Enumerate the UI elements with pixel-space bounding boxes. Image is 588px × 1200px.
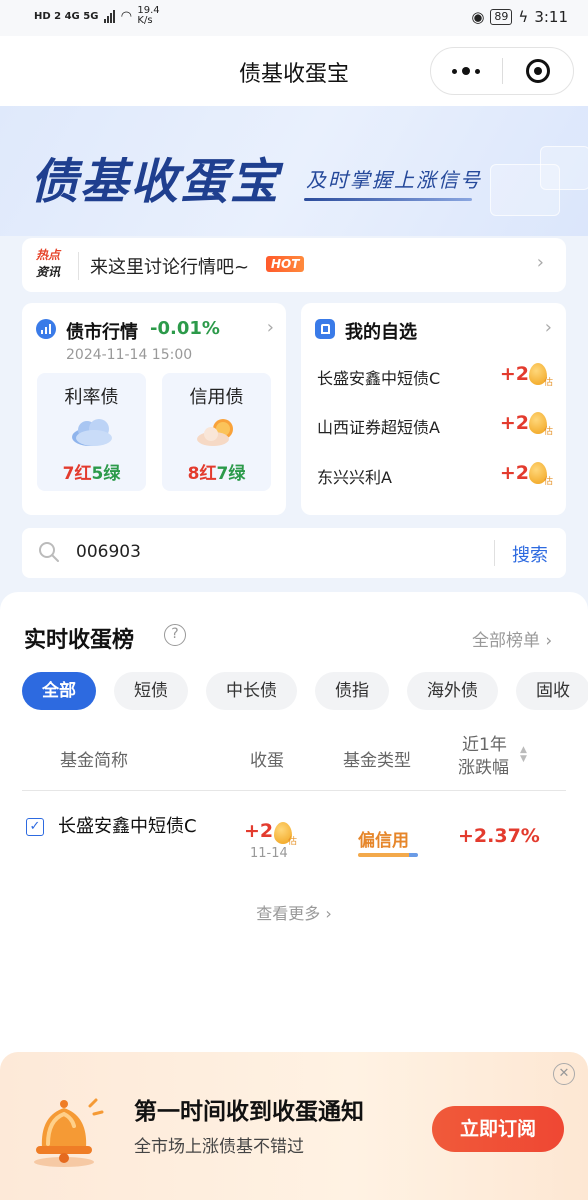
search-icon: [39, 542, 59, 562]
chevron-right-icon: ›: [540, 631, 553, 651]
header-name: 基金简称: [60, 751, 128, 771]
credit-bond-stat: 8红7绿: [187, 464, 246, 484]
brand-logo: 债基收蛋宝: [30, 154, 281, 210]
chart-icon: [36, 319, 56, 339]
category-tabs: 全部 短债 中长债 债指 海外债 固收: [22, 672, 588, 710]
nav-bar: 债基收蛋宝: [0, 36, 588, 106]
status-left: HD 2 4G 5G ◠ 19.4 K/s: [34, 6, 160, 26]
credit-bond-label: 信用债: [189, 387, 244, 408]
chevron-right-icon: ›: [544, 317, 552, 338]
wifi-icon: ◠: [121, 8, 132, 24]
market-title: 债市行情: [66, 322, 138, 343]
target-icon: [525, 59, 550, 83]
hero-banner: 债基收蛋宝 及时掌握上涨信号: [0, 106, 588, 236]
view-more-link[interactable]: 查看更多 ›: [0, 900, 588, 924]
promo-subtitle: 全市场上涨债基不错过: [134, 1137, 304, 1157]
market-datetime: 2024-11-14 15:00: [66, 347, 193, 363]
year-change: +2.37%: [458, 825, 540, 847]
tab-mid-long-bond[interactable]: 中长债: [206, 672, 297, 710]
watchlist-card[interactable]: 我的自选 › 长盛安鑫中短债C +2 估 山西证券超短债A +2 估 东兴兴利A…: [301, 303, 566, 515]
fund-name: 长盛安鑫中短债C: [58, 816, 197, 837]
rate-bond-stat: 7红5绿: [62, 464, 121, 484]
tab-overseas-bond[interactable]: 海外债: [407, 672, 498, 710]
rate-bond-card[interactable]: 利率债 7红5绿: [37, 373, 146, 491]
mini-program-capsule: [430, 47, 574, 95]
egg-count: +2: [244, 820, 274, 842]
cloudy-icon: [72, 419, 112, 446]
status-bar: HD 2 4G 5G ◠ 19.4 K/s ◉ 89 ϟ 3:11: [0, 0, 588, 36]
network-indicators: HD 2 4G 5G: [34, 10, 99, 22]
tab-all[interactable]: 全部: [22, 672, 96, 710]
checkbox[interactable]: ✓: [26, 818, 44, 836]
hot-news-bar[interactable]: 热点 资讯 来这里讨论行情吧~ HOT ›: [22, 238, 566, 292]
chevron-right-icon: ›: [536, 252, 544, 273]
market-change: -0.01%: [150, 318, 220, 339]
slogan-underline: [304, 198, 472, 201]
status-right: ◉ 89 ϟ 3:11: [471, 8, 568, 26]
news-text: 来这里讨论行情吧~: [90, 257, 250, 278]
watchlist-title: 我的自选: [345, 322, 417, 343]
more-icon: [452, 67, 481, 75]
partly-sunny-icon: [197, 419, 233, 446]
bell-icon: [34, 1098, 104, 1167]
net-unit: K/s: [137, 15, 153, 26]
more-button[interactable]: [431, 48, 502, 94]
close-program-button[interactable]: [503, 48, 574, 94]
tab-short-bond[interactable]: 短债: [114, 672, 188, 710]
news-tag: 热点 资讯: [36, 248, 61, 279]
hot-badge: HOT: [266, 256, 305, 272]
battery-icon: 89: [490, 9, 513, 25]
signal-icon: [104, 9, 116, 23]
tab-bond-index[interactable]: 债指: [315, 672, 389, 710]
fund-type-bar: [358, 853, 418, 857]
clock: 3:11: [534, 8, 568, 26]
subscribe-banner: 第一时间收到收蛋通知 全市场上涨债基不错过 立即订阅 ✕: [0, 1052, 588, 1200]
credit-bond-card[interactable]: 信用债 8红7绿: [162, 373, 271, 491]
charging-icon: ϟ: [518, 8, 529, 26]
search-bar[interactable]: 006903 搜索: [22, 528, 566, 578]
chevron-right-icon: ›: [266, 317, 274, 338]
eye-icon: ◉: [471, 8, 485, 26]
help-icon[interactable]: ?: [164, 624, 186, 646]
fund-type: 偏信用: [358, 831, 409, 851]
all-ranking-link[interactable]: 全部榜单 ›: [472, 626, 552, 651]
search-input[interactable]: 006903: [76, 542, 141, 562]
ranking-title: 实时收蛋榜: [24, 628, 135, 653]
subscribe-button[interactable]: 立即订阅: [432, 1106, 564, 1152]
egg-date: 11-14: [250, 846, 288, 861]
rate-bond-label: 利率债: [64, 387, 119, 408]
watchlist-item[interactable]: 长盛安鑫中短债C +2 估: [317, 361, 553, 391]
close-icon[interactable]: ✕: [553, 1063, 575, 1085]
tab-fixed-income[interactable]: 固收: [516, 672, 588, 710]
bookmark-icon: [315, 319, 335, 339]
header-type: 基金类型: [343, 751, 411, 771]
header-change[interactable]: 近1年 涨跌幅: [458, 734, 509, 780]
egg-icon: [274, 822, 292, 844]
promo-title: 第一时间收到收蛋通知: [134, 1099, 364, 1125]
slogan: 及时掌握上涨信号: [306, 168, 482, 192]
watchlist-item[interactable]: 山西证券超短债A +2 估: [317, 410, 553, 440]
market-card[interactable]: 债市行情 -0.01% › 2024-11-14 15:00 利率债 7红5绿 …: [22, 303, 286, 515]
search-button[interactable]: 搜索: [512, 541, 548, 567]
header-eggs: 收蛋: [250, 751, 284, 771]
sort-icon[interactable]: ▲ ▼: [520, 746, 527, 764]
watchlist-item[interactable]: 东兴兴利A +2 估: [317, 460, 553, 490]
chevron-right-icon: ›: [320, 904, 332, 923]
